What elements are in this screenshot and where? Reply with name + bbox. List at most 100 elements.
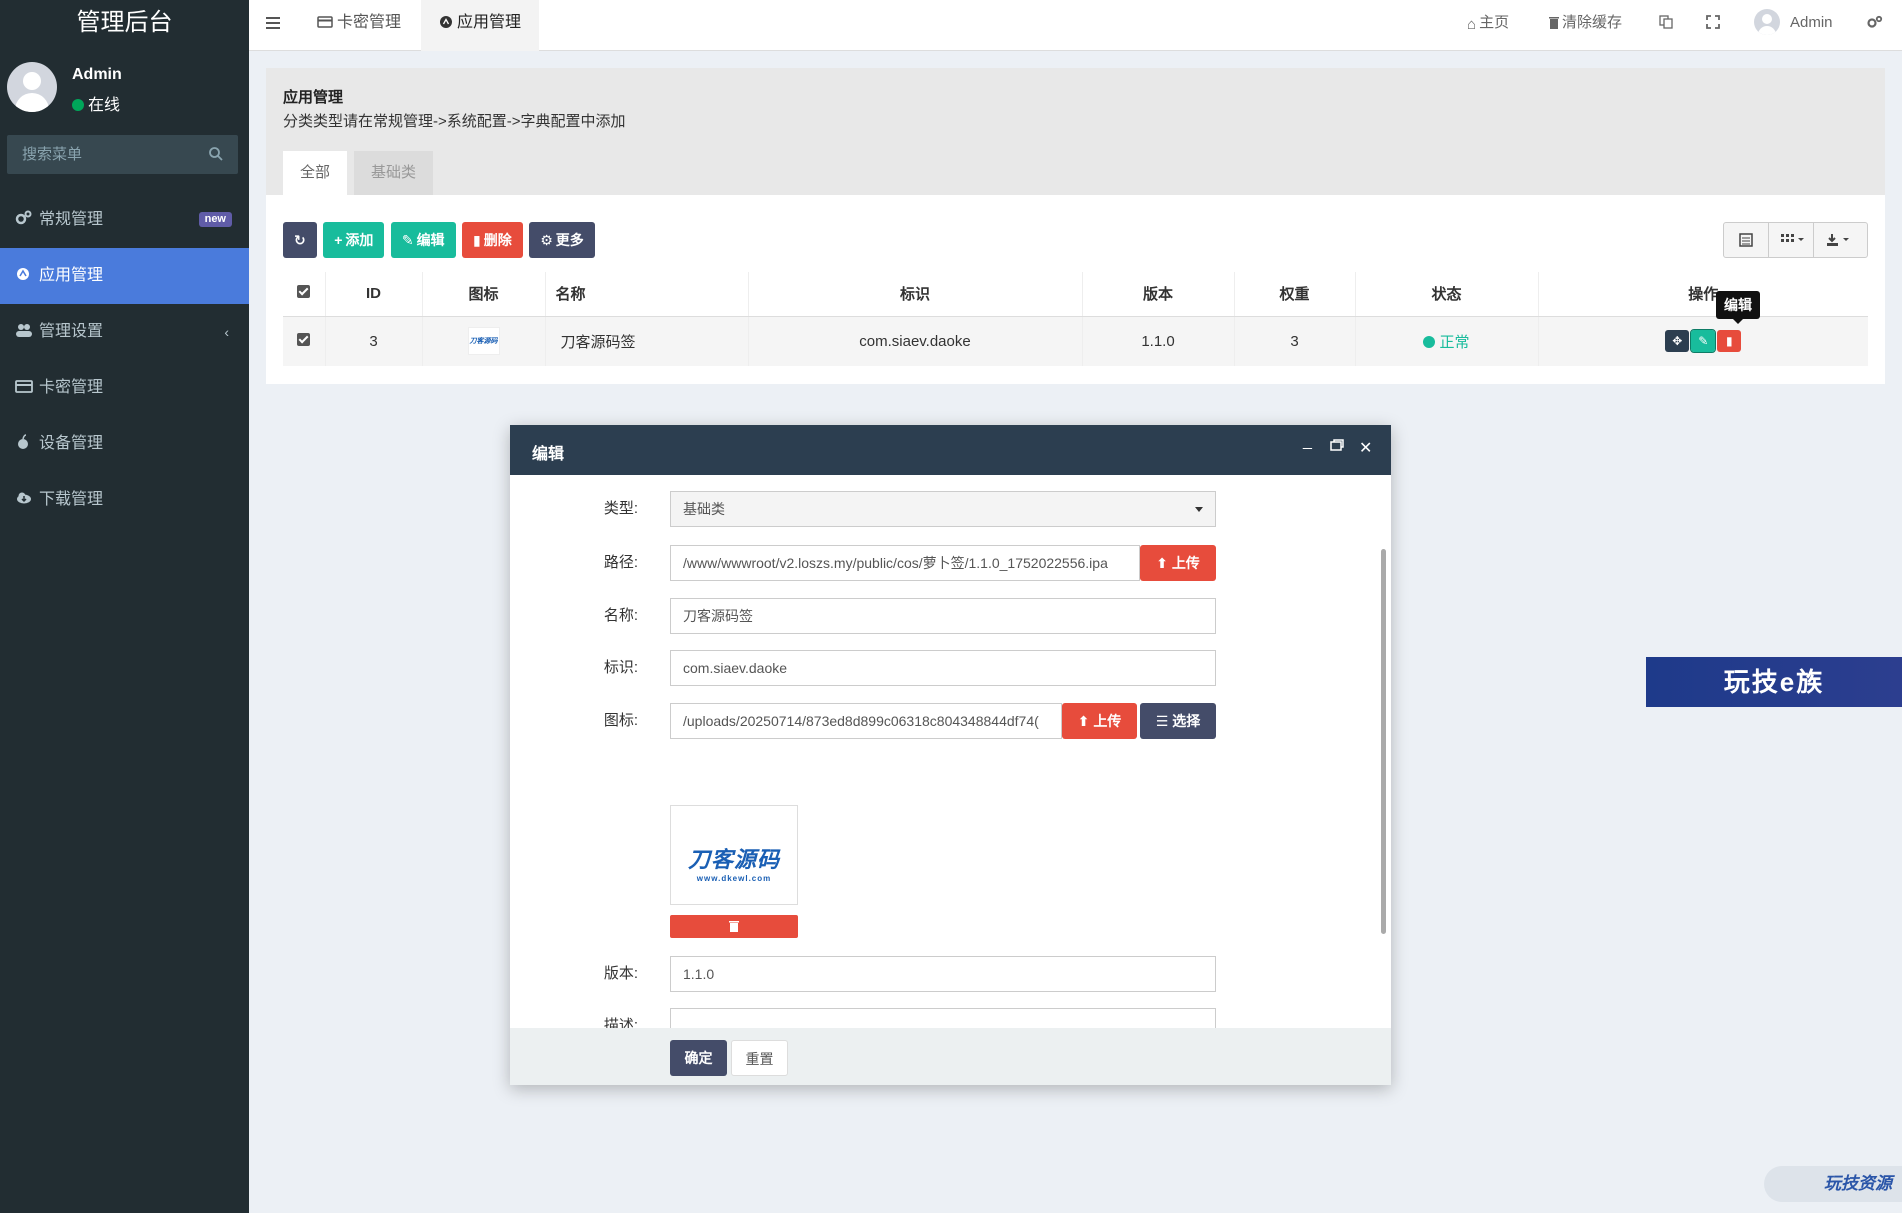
clear-cache-button[interactable]: 清除缓存	[1549, 0, 1622, 51]
type-select[interactable]: 基础类	[670, 491, 1216, 527]
settings-cogs-icon[interactable]	[1867, 0, 1883, 51]
refresh-button[interactable]: ↻	[283, 222, 317, 258]
reset-button[interactable]: 重置	[731, 1040, 788, 1076]
chevron-left-icon: ‹	[224, 324, 229, 340]
scrollbar-thumb[interactable]	[1381, 549, 1386, 934]
tab-cards[interactable]: 卡密管理	[299, 0, 419, 51]
sidebar-item-label: 常规管理	[39, 211, 104, 228]
data-table: ID 图标 名称 标识 版本 权重 状态 操作 3 刀客源码 刀客源码签 com…	[283, 272, 1868, 366]
upload-icon: ⬆	[1156, 555, 1168, 571]
icon-preview[interactable]: 刀客源码 www.dkewl.com	[670, 805, 798, 905]
panel-description: 分类类型请在常规管理->系统配置->字典配置中添加	[283, 113, 626, 130]
icon-choose-button[interactable]: ☰ 选择	[1140, 703, 1216, 739]
version-input[interactable]: 1.1.0	[670, 956, 1216, 992]
watermark-corner: 玩技资源	[1764, 1166, 1902, 1202]
path-upload-button[interactable]: ⬆ 上传	[1140, 545, 1216, 581]
tab-all[interactable]: 全部	[283, 151, 348, 195]
col-weight[interactable]: 权重	[1233, 272, 1355, 317]
icon-upload-button[interactable]: ⬆ 上传	[1062, 703, 1137, 739]
brand-title[interactable]: 管理后台	[0, 0, 249, 51]
row-checkbox[interactable]	[297, 332, 311, 346]
row-edit-button[interactable]: ✎	[1690, 329, 1717, 354]
clear-cache-label: 清除缓存	[1562, 14, 1623, 31]
tab-apps[interactable]: 应用管理	[421, 0, 540, 51]
preview-logo-main: 刀客源码	[687, 847, 780, 872]
sidebar-item-cards[interactable]: 卡密管理	[0, 360, 249, 416]
modal-header: 编辑 _ ✕	[510, 425, 1391, 475]
cell-version: 1.1.0	[1081, 316, 1234, 366]
preview-logo-sub: www.dkewl.com	[696, 874, 772, 883]
select-all-checkbox[interactable]	[297, 285, 311, 299]
upload-label: 上传	[1171, 555, 1200, 571]
choose-label: 选择	[1172, 713, 1201, 729]
sidebar-item-label: 下载管理	[39, 491, 104, 508]
upload-label: 上传	[1093, 713, 1122, 729]
confirm-button[interactable]: 确定	[670, 1040, 727, 1076]
header-user-name: Admin	[1790, 14, 1833, 31]
row-delete-button[interactable]: ▮	[1717, 330, 1742, 353]
sidebar-item-downloads[interactable]: 下载管理	[0, 472, 249, 528]
edit-button[interactable]: ✎ 编辑	[390, 222, 456, 258]
cell-actions: ✥ ✎ ▮	[1537, 316, 1868, 366]
modal-scrollbar[interactable]	[1379, 531, 1388, 1028]
name-input[interactable]: 刀客源码签	[670, 598, 1216, 634]
content-panel: 应用管理 分类类型请在常规管理->系统配置->字典配置中添加 全部 基础类 ↻ …	[266, 68, 1885, 384]
col-version[interactable]: 版本	[1081, 272, 1234, 317]
fullscreen-icon[interactable]	[1706, 0, 1720, 51]
list-icon	[1739, 233, 1753, 247]
app-thumbnail[interactable]: 刀客源码	[467, 327, 500, 356]
type-label: 类型:	[603, 500, 638, 517]
path-input[interactable]: /www/wwwroot/v2.loszs.my/public/cos/萝卜签/…	[670, 545, 1140, 581]
tab-basic[interactable]: 基础类	[354, 151, 434, 195]
col-ident[interactable]: 标识	[747, 272, 1082, 317]
desc-textarea[interactable]	[670, 1008, 1216, 1028]
panel-header: 应用管理 分类类型请在常规管理->系统配置->字典配置中添加 全部 基础类	[266, 68, 1885, 195]
drag-sort-button[interactable]: ✥	[1665, 330, 1690, 353]
home-icon: ⌂	[1467, 16, 1477, 33]
col-status[interactable]: 状态	[1354, 272, 1538, 317]
toggle-view-button[interactable]	[1724, 223, 1769, 257]
icon-input[interactable]: /uploads/20250714/873ed8d899c06318c80434…	[670, 703, 1062, 739]
download-icon	[1827, 234, 1849, 246]
search-input[interactable]	[7, 135, 197, 174]
toolbar: ↻ + 添加 ✎ 编辑 ▮ 删除 ⚙ 更多	[283, 222, 597, 258]
sidebar-item-apps[interactable]: 应用管理	[0, 248, 249, 304]
add-button[interactable]: + 添加	[323, 222, 385, 258]
modal-body: 类型: 基础类 路径: /www/wwwroot/v2.loszs.my/pub…	[510, 475, 1391, 1028]
user-status: 在线	[72, 91, 120, 115]
user-menu[interactable]: Admin	[1754, 0, 1833, 51]
ident-input[interactable]: com.siaev.daoke	[670, 650, 1216, 686]
sidebar-item-devices[interactable]: 设备管理	[0, 416, 249, 472]
close-icon[interactable]: ✕	[1359, 438, 1372, 458]
select-all-header[interactable]	[283, 272, 325, 317]
status-text: 在线	[88, 97, 121, 114]
upload-icon: ⬆	[1077, 713, 1090, 729]
more-button[interactable]: ⚙ 更多	[529, 222, 595, 258]
delete-button[interactable]: ▮ 删除	[462, 222, 523, 258]
sidebar-item-general[interactable]: 常规管理 new	[0, 192, 249, 248]
sidebar-item-admin-settings[interactable]: 管理设置 ‹	[0, 304, 249, 360]
trash-icon: ▮	[1725, 334, 1733, 349]
table-row[interactable]: 3 刀客源码 刀客源码签 com.siaev.daoke 1.1.0 3 正常 …	[283, 316, 1868, 366]
col-name[interactable]: 名称	[544, 272, 748, 317]
row-select-cell[interactable]	[283, 316, 325, 366]
tab-label: 卡密管理	[337, 14, 402, 31]
columns-dropdown-button[interactable]	[1769, 223, 1814, 257]
translate-icon[interactable]	[1659, 0, 1673, 51]
col-id[interactable]: ID	[324, 272, 422, 317]
minimize-icon[interactable]: _	[1303, 433, 1312, 451]
cogs-icon	[15, 210, 32, 225]
col-icon[interactable]: 图标	[421, 272, 545, 317]
sidebar-item-label: 管理设置	[39, 323, 104, 340]
online-dot-icon	[72, 99, 84, 111]
remove-icon-button[interactable]	[670, 915, 798, 938]
table-tools	[1723, 222, 1868, 258]
search-icon[interactable]	[208, 146, 224, 162]
maximize-icon[interactable]	[1330, 438, 1344, 456]
export-dropdown-button[interactable]	[1814, 223, 1867, 257]
name-label: 名称:	[603, 607, 638, 624]
menu-toggle-icon[interactable]	[266, 17, 280, 29]
trash-icon	[729, 921, 739, 932]
icon-label: 图标:	[603, 712, 638, 729]
home-link[interactable]: ⌂ 主页	[1467, 0, 1509, 51]
